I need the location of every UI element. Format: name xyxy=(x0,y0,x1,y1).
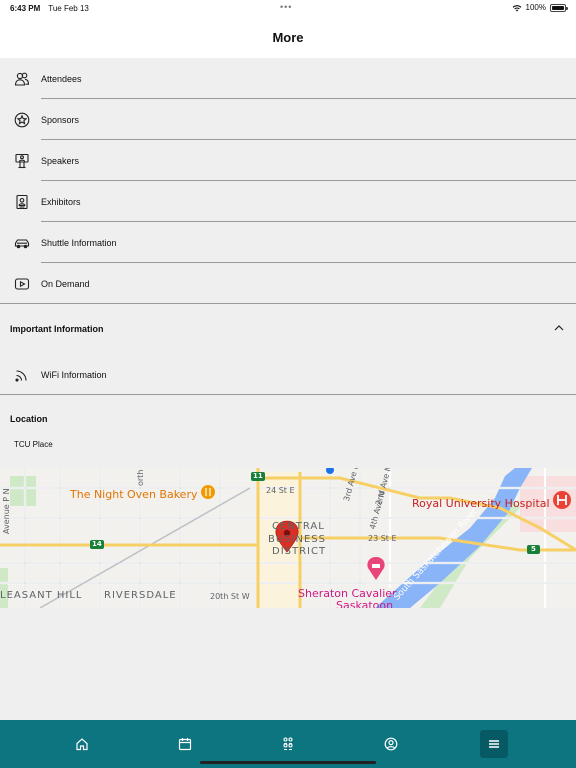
map-label: RIVERSDALE xyxy=(104,590,177,601)
menu-item-on-demand[interactable]: On Demand xyxy=(0,263,576,304)
map-label: 24 St E xyxy=(266,486,295,495)
map-label: Saskatoon xyxy=(336,599,394,608)
people-icon xyxy=(283,737,293,751)
multitasking-dots-icon[interactable]: ••• xyxy=(280,2,292,12)
section-title: Important Information xyxy=(10,324,104,334)
map-label: Royal University Hospital xyxy=(412,497,550,510)
highway-shield: 11 xyxy=(253,472,263,480)
important-info-header[interactable]: Important Information xyxy=(0,304,576,354)
menu-item-shuttle[interactable]: Shuttle Information xyxy=(0,222,576,263)
menu-item-label: Sponsors xyxy=(41,114,80,125)
wifi-signal-icon xyxy=(14,367,30,383)
play-video-icon xyxy=(14,276,30,292)
profile-icon xyxy=(384,737,398,751)
status-bar: 6:43 PM Tue Feb 13 ••• 100% xyxy=(0,0,576,16)
map-label: 23 St E xyxy=(368,534,397,543)
map-label: CENTRAL xyxy=(272,521,325,532)
tab-home[interactable] xyxy=(68,730,96,758)
location-name: TCU Place xyxy=(14,440,53,449)
map-label: LEASANT HILL xyxy=(0,590,83,601)
tab-people[interactable] xyxy=(274,730,302,758)
menu-item-label: Speakers xyxy=(41,155,80,166)
highway-shield: 5 xyxy=(531,545,536,553)
menu-item-label: On Demand xyxy=(41,278,90,289)
battery-icon xyxy=(550,3,568,12)
map-label: Avenue P N xyxy=(2,488,11,534)
map-label: The Night Oven Bakery xyxy=(70,488,198,501)
home-indicator[interactable] xyxy=(200,761,376,764)
menu-item-sponsors[interactable]: Sponsors xyxy=(0,99,576,140)
menu-item-attendees[interactable]: Attendees xyxy=(0,58,576,99)
battery-percent: 100% xyxy=(525,3,546,12)
status-date: Tue Feb 13 xyxy=(48,3,89,13)
home-icon xyxy=(75,738,88,751)
menu-item-label: Shuttle Information xyxy=(41,237,117,248)
divider xyxy=(0,394,576,395)
page-title: More xyxy=(272,29,304,45)
section-title: Location xyxy=(10,414,48,424)
location-map[interactable]: The Night Oven Bakery Royal University H… xyxy=(0,468,576,608)
attendees-icon xyxy=(14,71,30,87)
more-menu-list: Attendees Sponsors Speakers Exhibitors S… xyxy=(0,58,576,395)
tab-schedule[interactable] xyxy=(171,730,199,758)
tab-more[interactable] xyxy=(480,730,509,758)
menu-item-speakers[interactable]: Speakers xyxy=(0,140,576,181)
map-label: BUSINESS xyxy=(268,534,326,545)
highway-shield: 14 xyxy=(92,540,102,548)
menu-item-exhibitors[interactable]: Exhibitors xyxy=(0,181,576,222)
speaker-podium-icon xyxy=(14,153,30,169)
menu-item-label: WiFi Information xyxy=(41,369,107,380)
calendar-icon xyxy=(178,738,191,751)
status-indicators: 100% xyxy=(512,3,568,12)
menu-item-label: Exhibitors xyxy=(41,196,81,207)
location-section: Location TCU Place xyxy=(0,396,576,468)
map-label: orth xyxy=(136,469,145,486)
wifi-icon xyxy=(512,4,521,11)
map-label: DISTRICT xyxy=(272,546,327,557)
nav-header: More xyxy=(0,16,576,58)
menu-item-wifi[interactable]: WiFi Information xyxy=(0,354,576,395)
star-badge-icon xyxy=(14,112,30,128)
tab-profile[interactable] xyxy=(377,730,405,758)
status-time: 6:43 PM xyxy=(10,3,41,13)
menu-item-label: Attendees xyxy=(41,73,82,84)
car-icon xyxy=(14,235,30,251)
chevron-up-icon[interactable] xyxy=(554,324,564,331)
exhibitor-badge-icon xyxy=(14,194,30,210)
map-label: 20th St W xyxy=(210,592,250,601)
menu-icon xyxy=(489,740,500,748)
